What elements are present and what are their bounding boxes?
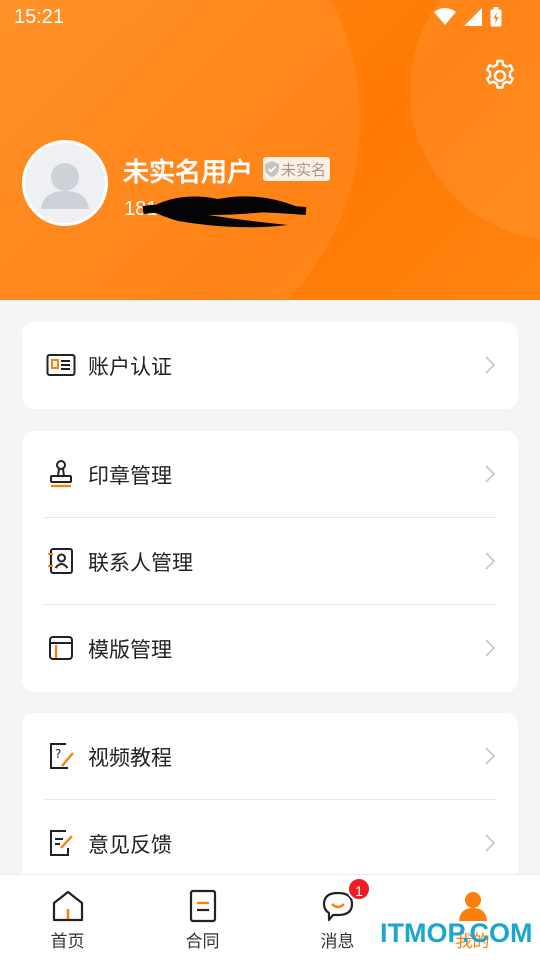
contract-icon [189, 889, 216, 923]
chevron-right-icon [485, 465, 496, 483]
help-card: ? 视频教程 意见反馈 [22, 713, 518, 888]
menu-item-label: 账户认证 [88, 354, 172, 379]
status-bar: 15:21 [0, 0, 540, 34]
chevron-right-icon [485, 552, 496, 570]
menu-item-seal-management[interactable]: 印章管理 [22, 431, 518, 518]
status-icons [434, 7, 502, 27]
tab-contract[interactable]: 合同 [135, 875, 270, 960]
menu-item-template-management[interactable]: 模版管理 [22, 605, 518, 692]
signal-icon [464, 8, 482, 26]
tab-label: 首页 [50, 932, 85, 952]
wifi-icon [434, 8, 456, 25]
user-name: 未实名用户 [123, 158, 254, 188]
watermark: ITMOP.COM [380, 918, 533, 948]
menu-item-label: 印章管理 [88, 463, 172, 488]
video-tutorial-icon: ? [50, 743, 74, 769]
tab-home[interactable]: 首页 [0, 875, 135, 960]
svg-text:?: ? [55, 747, 61, 761]
menu-item-label: 意见反馈 [88, 832, 172, 857]
unverified-badge[interactable]: 未实名 [263, 157, 331, 181]
account-card: 账户认证 [22, 322, 518, 409]
menu-item-contact-management[interactable]: 联系人管理 [22, 518, 518, 605]
profile-header: 15:21 未实名用户 未实名 181 [0, 0, 540, 300]
menu-item-account-verification[interactable]: 账户认证 [22, 322, 518, 409]
status-time: 15:21 [14, 6, 65, 28]
template-icon [49, 636, 73, 660]
menu-item-label: 视频教程 [88, 745, 172, 770]
chevron-right-icon [485, 834, 496, 852]
avatar[interactable] [22, 140, 108, 226]
chevron-right-icon [485, 747, 496, 765]
menu-item-video-tutorial[interactable]: ? 视频教程 [22, 713, 518, 800]
shield-check-icon [265, 161, 279, 177]
unread-badge: 1 [347, 877, 371, 901]
unverified-badge-label: 未实名 [281, 160, 327, 179]
redaction-scribble [142, 196, 307, 228]
battery-icon [490, 7, 502, 27]
chevron-right-icon [485, 356, 496, 374]
tab-label: 合同 [185, 932, 220, 952]
management-card: 印章管理 联系人管理 模版管理 [22, 431, 518, 692]
menu-item-label: 联系人管理 [88, 550, 193, 575]
id-card-icon [46, 354, 76, 376]
menu-item-label: 模版管理 [88, 637, 172, 662]
contact-book-icon [48, 548, 73, 574]
feedback-icon [50, 830, 73, 856]
default-user-avatar-icon [41, 163, 89, 209]
header-decoration [410, 0, 540, 240]
home-icon [52, 890, 83, 922]
stamp-icon [50, 460, 72, 488]
settings-gear-icon[interactable] [482, 58, 518, 94]
chevron-right-icon [485, 639, 496, 657]
